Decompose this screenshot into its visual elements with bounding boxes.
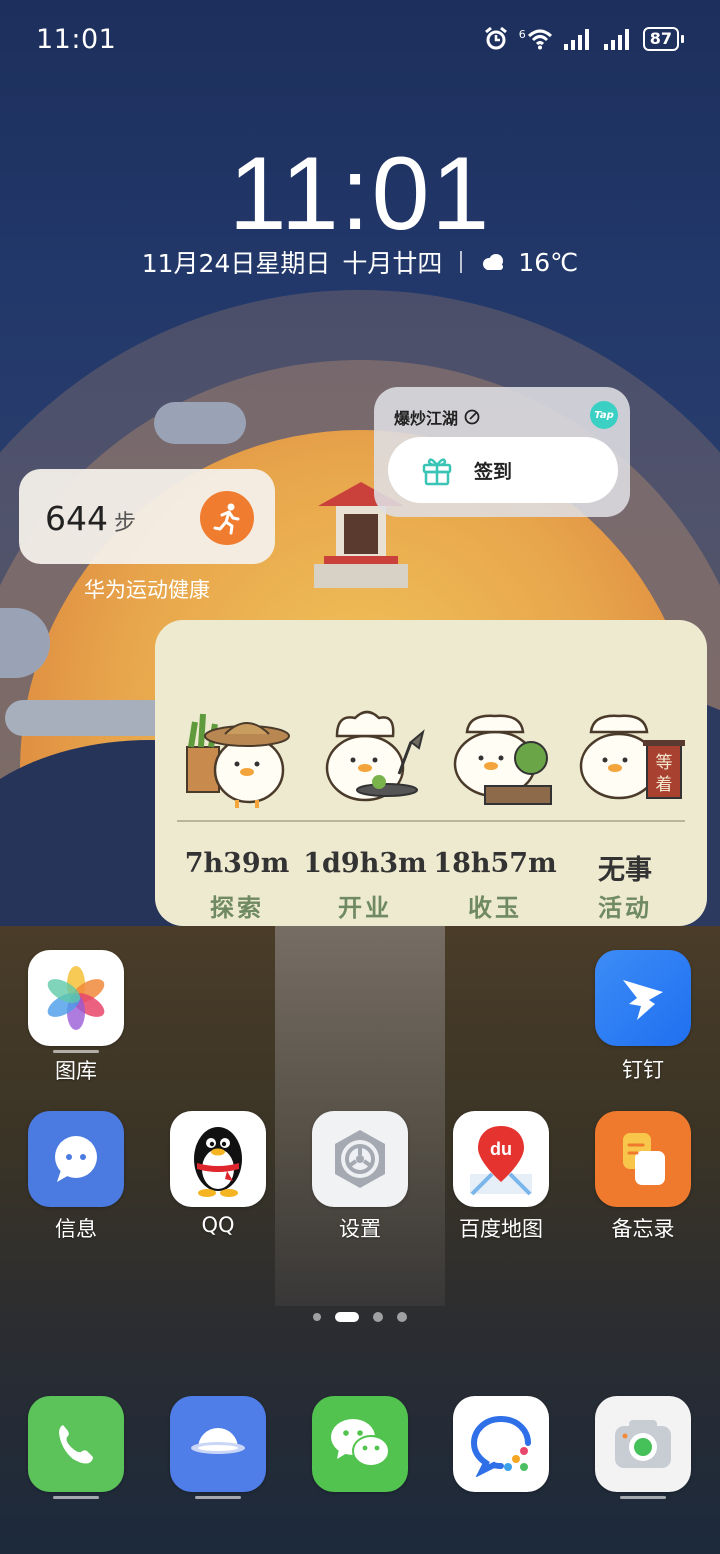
messages-icon — [28, 1111, 124, 1207]
steps-unit: 步 — [114, 511, 137, 536]
app-notes[interactable]: 备忘录 — [583, 1111, 703, 1243]
checkin-button[interactable]: 签到 — [388, 437, 618, 503]
page-dot[interactable] — [397, 1312, 407, 1322]
app-underline — [195, 1496, 241, 1499]
phone-icon — [28, 1396, 124, 1492]
event-status: 无事 — [598, 855, 652, 886]
page-dot[interactable] — [373, 1312, 383, 1322]
app-label: 百度地图 — [459, 1217, 543, 1241]
browser-icon — [170, 1396, 266, 1492]
steps-count: 644 — [45, 499, 108, 538]
app-underline — [53, 1050, 99, 1053]
lunar-date: 十月廿四 — [342, 249, 443, 278]
edit-icon — [464, 409, 480, 425]
game-title-row: 爆炒江湖 — [394, 405, 480, 429]
sign-text-1: 等 — [656, 753, 673, 773]
date-text: 11月24日星期日 — [141, 249, 331, 278]
status-icons: 6 87 — [483, 26, 684, 52]
battery-indicator: 87 — [642, 27, 684, 51]
running-icon — [200, 491, 254, 545]
app-label: 备忘录 — [611, 1217, 675, 1241]
app-label: QQ — [201, 1213, 235, 1237]
app-settings[interactable]: 设置 — [300, 1111, 420, 1243]
network-badge: 6 — [518, 28, 526, 41]
collect-label: 收玉 — [468, 893, 522, 922]
explore-label: 探索 — [210, 893, 264, 922]
battery-tip — [681, 35, 684, 43]
qq-penguin-icon — [170, 1111, 266, 1207]
page-dot-active[interactable] — [335, 1312, 359, 1322]
app-label: 钉钉 — [622, 1058, 664, 1082]
gallery-icon — [28, 950, 124, 1046]
steps-widget-caption: 华为运动健康 — [84, 578, 210, 602]
baidu-map-icon: du — [453, 1111, 549, 1207]
divider — [460, 251, 463, 273]
battery-level: 87 — [642, 27, 679, 51]
baidu-du-text: du — [490, 1139, 512, 1159]
app-label: 设置 — [339, 1217, 381, 1241]
taptap-icon: Tap — [590, 401, 618, 429]
date-weather-line[interactable]: 11月24日星期日 十月廿四 16℃ — [0, 244, 720, 280]
clock-time[interactable]: 11:01 — [0, 135, 720, 254]
steps-count-line: 644 步 — [45, 499, 136, 538]
app-qq[interactable]: QQ — [158, 1111, 278, 1237]
app-underline — [620, 1496, 666, 1499]
explore-timer: 7h39m — [184, 848, 290, 879]
dock-browser[interactable] — [158, 1396, 278, 1499]
app-label: 图库 — [55, 1059, 97, 1083]
notes-icon — [595, 1111, 691, 1207]
dock-phone[interactable] — [16, 1396, 136, 1499]
alarm-icon — [484, 26, 507, 50]
home-screen: 11:01 6 87 11:01 11月24日星期日 十月廿四 16℃ 644 … — [0, 0, 720, 1554]
game-title: 爆炒江湖 — [394, 409, 459, 428]
duck-chef-icon — [325, 710, 425, 802]
signal-icon — [603, 29, 629, 50]
business-timer: 1d9h3m — [303, 848, 427, 879]
wallpaper-cloud — [154, 402, 246, 444]
app-dingtalk[interactable]: 钉钉 — [583, 950, 703, 1084]
event-label: 活动 — [598, 893, 652, 922]
dock-camera[interactable] — [583, 1396, 703, 1499]
temperature: 16℃ — [518, 247, 579, 277]
dock-wechat[interactable] — [300, 1396, 420, 1492]
game-checkin-widget[interactable]: 爆炒江湖 Tap 签到 — [374, 387, 630, 517]
restaurant-game-widget[interactable]: 等 着 7h39m 1d9h3m 18h57m 无事 探索 开业 收玉 活动 — [155, 620, 707, 926]
business-label: 开业 — [338, 893, 392, 922]
dock-dingtalk-chat[interactable] — [441, 1396, 561, 1492]
wechat-icon — [312, 1396, 408, 1492]
camera-icon — [595, 1396, 691, 1492]
dingtalk-chat-icon — [453, 1396, 549, 1492]
duck-farmer-icon — [186, 713, 290, 808]
page-dot-bulb[interactable] — [313, 1313, 321, 1321]
wifi-icon — [527, 29, 552, 50]
signal-icon — [563, 29, 589, 50]
app-baidu-map[interactable]: du 百度地图 — [441, 1111, 561, 1243]
sign-text-2: 着 — [656, 775, 673, 795]
duck-cook-icon — [453, 714, 552, 805]
settings-icon — [312, 1111, 408, 1207]
app-messages[interactable]: 信息 — [16, 1111, 136, 1243]
gift-icon — [422, 458, 452, 486]
status-time: 11:01 — [36, 24, 117, 55]
cloud-icon — [483, 254, 504, 270]
widget-divider — [177, 820, 685, 822]
checkin-label: 签到 — [474, 460, 513, 483]
app-underline — [53, 1496, 99, 1499]
collect-timer: 18h57m — [433, 848, 557, 879]
app-label: 信息 — [55, 1217, 97, 1241]
page-indicator[interactable] — [0, 1312, 720, 1322]
duck-waiting-icon: 等 着 — [579, 714, 685, 800]
dingtalk-icon — [595, 950, 691, 1046]
steps-widget[interactable]: 644 步 — [19, 469, 275, 564]
app-gallery[interactable]: 图库 — [16, 950, 136, 1085]
